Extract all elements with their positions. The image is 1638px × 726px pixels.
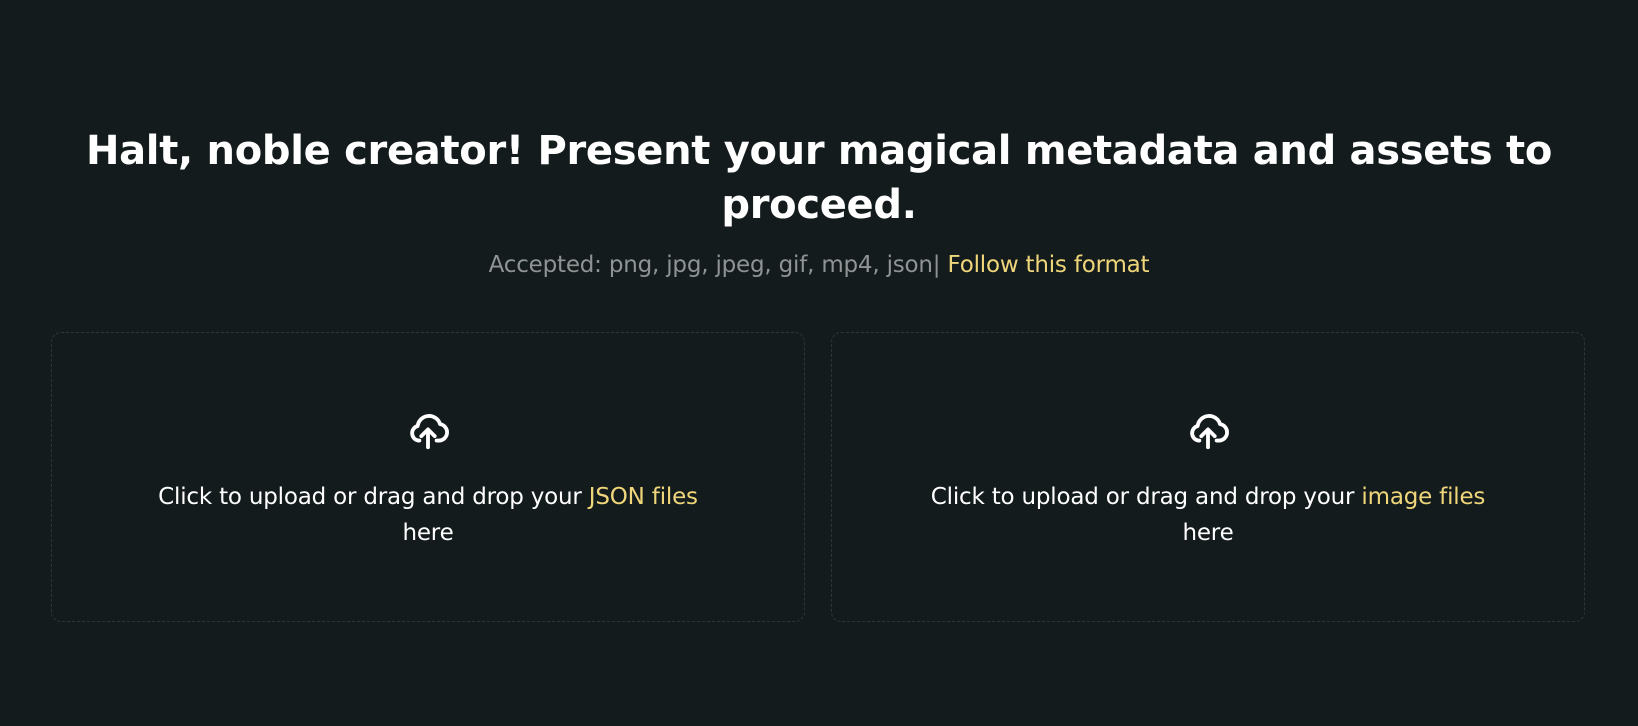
accepted-formats-text: Accepted: png, jpg, jpeg, gif, mp4, json… <box>488 252 941 278</box>
page-title: Halt, noble creator! Present your magica… <box>85 128 1553 228</box>
dropzone-suffix-text: here <box>1182 520 1234 546</box>
dropzone-suffix-text: here <box>402 520 454 546</box>
json-files-highlight: JSON files <box>588 484 698 510</box>
cloud-upload-icon <box>1190 414 1229 450</box>
image-files-highlight: image files <box>1361 484 1486 510</box>
image-dropzone-label: Click to upload or drag and drop your im… <box>872 479 1544 551</box>
follow-format-link[interactable]: Follow this format <box>947 252 1149 278</box>
accepted-formats-line: Accepted: png, jpg, jpeg, gif, mp4, json… <box>0 249 1638 281</box>
json-upload-dropzone[interactable]: Click to upload or drag and drop your JS… <box>51 332 805 622</box>
cloud-upload-icon <box>410 414 449 450</box>
dropzone-prefix-text: Click to upload or drag and drop your <box>158 484 582 510</box>
image-upload-dropzone[interactable]: Click to upload or drag and drop your im… <box>831 332 1585 622</box>
dropzone-prefix-text: Click to upload or drag and drop your <box>930 484 1355 510</box>
json-dropzone-label: Click to upload or drag and drop your JS… <box>92 479 764 551</box>
upload-page: Halt, noble creator! Present your magica… <box>0 0 1638 726</box>
